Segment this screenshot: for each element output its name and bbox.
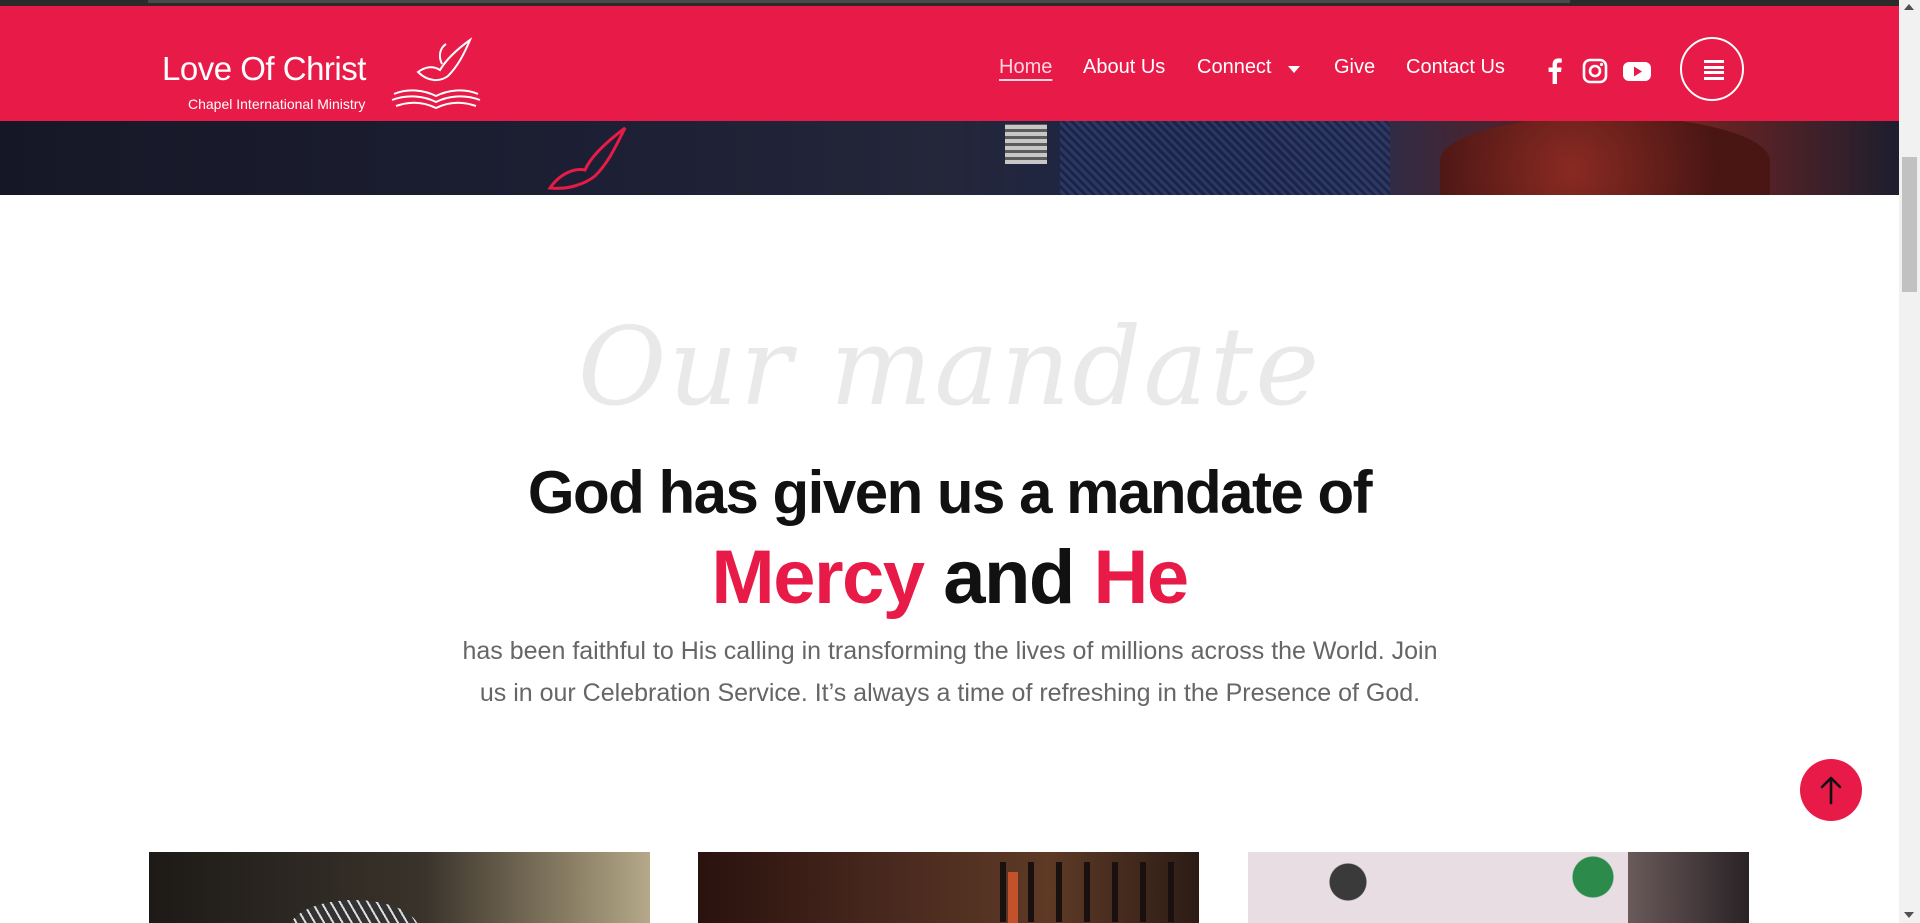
- headline-accent-he: He: [1093, 535, 1189, 620]
- gallery-card-2[interactable]: [698, 852, 1199, 923]
- nav-home[interactable]: Home: [999, 56, 1052, 86]
- menu-bar: [1704, 60, 1724, 63]
- hamburger-menu-icon[interactable]: [1680, 37, 1744, 101]
- scroll-up-arrow-icon[interactable]: [1904, 4, 1914, 10]
- site-navbar: Love Of Christ Chapel International Mini…: [0, 6, 1899, 121]
- browser-tab-strip: [148, 0, 1570, 3]
- back-to-top-button[interactable]: [1800, 759, 1862, 821]
- hero-image-mesh: [1060, 121, 1390, 195]
- card-image-detail: [289, 900, 419, 923]
- instagram-icon[interactable]: [1580, 56, 1610, 86]
- brand-logo-link[interactable]: Love Of Christ Chapel International Mini…: [162, 30, 482, 115]
- scroll-down-arrow-icon[interactable]: [1904, 912, 1914, 918]
- brand-name: Love Of Christ: [162, 50, 366, 87]
- arrow-up-icon: [1820, 776, 1842, 805]
- nav-about-us[interactable]: About Us: [1083, 56, 1165, 86]
- hero-image-microphone: [1005, 124, 1047, 164]
- mandate-headline-line2: Mercy and He: [0, 534, 1899, 621]
- gallery-card-1[interactable]: [149, 852, 650, 923]
- menu-bar: [1704, 76, 1724, 80]
- brand-subtitle: Chapel International Ministry: [188, 96, 366, 112]
- facebook-icon[interactable]: [1540, 56, 1570, 86]
- section-script-title: Our mandate: [577, 305, 1322, 430]
- youtube-icon[interactable]: [1622, 56, 1652, 86]
- dove-book-logo-icon: [391, 37, 481, 110]
- hero-dove-graphic: [547, 126, 627, 190]
- page-scrollbar[interactable]: [1899, 0, 1920, 923]
- gallery-card-3[interactable]: [1248, 852, 1749, 923]
- menu-bar: [1704, 65, 1724, 69]
- menu-bar: [1704, 71, 1724, 74]
- hero-image-red-hat: [1440, 116, 1770, 195]
- headline-accent-mercy: Mercy: [711, 535, 925, 620]
- nav-contact-us[interactable]: Contact Us: [1406, 56, 1505, 86]
- chevron-down-icon[interactable]: [1288, 66, 1300, 73]
- mandate-body-text: has been faithful to His calling in tran…: [462, 637, 1438, 707]
- headline-word-and: and: [943, 535, 1075, 620]
- mandate-headline: God has given us a mandate of: [527, 459, 1373, 526]
- nav-give[interactable]: Give: [1334, 56, 1375, 86]
- scrollbar-thumb[interactable]: [1902, 157, 1917, 292]
- card-image-detail: [1008, 872, 1018, 923]
- card-image-detail: [1628, 852, 1749, 923]
- nav-connect[interactable]: Connect: [1197, 56, 1272, 86]
